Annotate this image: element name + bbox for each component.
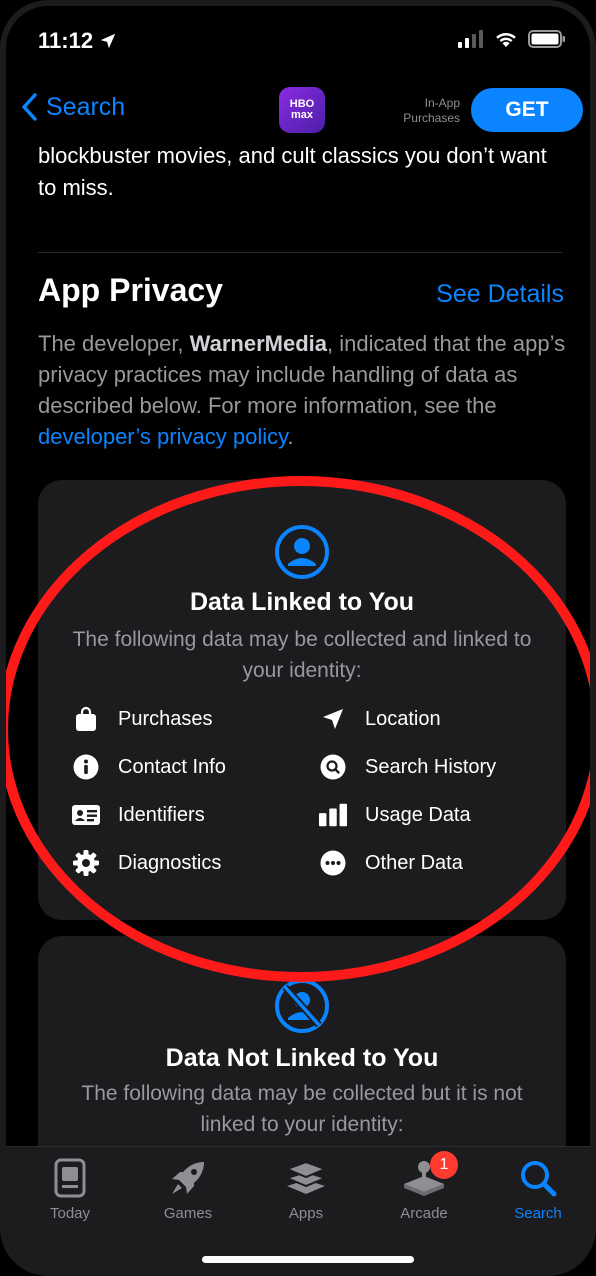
developer-name: WarnerMedia	[189, 331, 327, 356]
tab-apps[interactable]: Apps	[256, 1157, 356, 1222]
data-type-list: Purchases Location Contact Info Search H…	[72, 704, 542, 878]
data-type-label: Contact Info	[118, 755, 226, 778]
tab-label: Apps	[288, 1205, 324, 1222]
section-title: App Privacy	[38, 272, 223, 308]
layers-icon	[285, 1160, 327, 1194]
in-app-line1: In-App	[424, 96, 460, 110]
privacy-desc-end: .	[287, 424, 294, 449]
info-icon	[73, 754, 99, 780]
tab-label: Arcade	[400, 1205, 448, 1222]
tab-label: Today	[49, 1205, 91, 1222]
status-time: 11:12	[38, 28, 117, 54]
rocket-icon	[172, 1162, 204, 1194]
get-button[interactable]: GET	[471, 88, 583, 132]
search-history-icon	[320, 754, 346, 780]
tab-arcade[interactable]: 1 Arcade	[374, 1151, 474, 1222]
data-type-search-history: Search History	[319, 752, 542, 782]
person-slash-icon	[275, 979, 329, 1033]
wifi-icon	[496, 32, 516, 47]
data-type-usage-data: Usage Data	[319, 800, 542, 830]
privacy-description: The developer, WarnerMedia, indicated th…	[38, 328, 568, 452]
data-type-label: Purchases	[118, 707, 213, 730]
arcade-badge: 1	[430, 1151, 458, 1179]
tab-search[interactable]: Search	[488, 1157, 588, 1222]
battery-icon	[528, 30, 565, 48]
data-type-purchases: Purchases	[72, 704, 319, 734]
bag-icon	[76, 706, 96, 731]
data-type-identifiers: Identifiers	[72, 800, 319, 830]
location-arrow-icon	[323, 709, 343, 729]
tab-today[interactable]: Today	[20, 1157, 120, 1222]
app-logo-line2: max	[290, 109, 314, 121]
data-type-label: Location	[365, 707, 441, 730]
phone-screen: 11:12 Search HBO max In-App Purchases GE…	[0, 0, 596, 1276]
bar-chart-icon	[319, 803, 347, 827]
tab-label: Games	[163, 1205, 213, 1222]
card-subtitle: The following data may be collected but …	[81, 1082, 523, 1136]
data-type-label: Usage Data	[365, 803, 471, 826]
ellipsis-icon	[320, 850, 346, 876]
tab-games[interactable]: Games	[138, 1157, 238, 1222]
card-title: Data Not Linked to You	[165, 1044, 439, 1072]
data-type-label: Diagnostics	[118, 851, 222, 874]
section-divider	[38, 252, 562, 253]
data-type-location: Location	[319, 704, 542, 734]
back-label: Search	[46, 92, 126, 121]
back-button[interactable]: Search	[20, 92, 125, 122]
cellular-signal-icon	[458, 30, 483, 48]
gear-icon	[73, 850, 99, 876]
data-type-label: Identifiers	[118, 803, 205, 826]
data-type-diagnostics: Diagnostics	[72, 848, 319, 878]
data-type-other-data: Other Data	[319, 848, 542, 878]
card-subtitle: The following data may be collected and …	[72, 628, 532, 682]
see-details-link[interactable]: See Details	[436, 280, 564, 309]
data-linked-card[interactable]: Data Linked to You The following data ma…	[38, 480, 566, 920]
privacy-desc-pre: The developer,	[38, 331, 190, 356]
status-icons	[458, 30, 566, 48]
data-type-label: Search History	[365, 755, 497, 778]
search-icon	[521, 1161, 557, 1197]
data-type-contact-info: Contact Info	[72, 752, 319, 782]
in-app-line2: Purchases	[403, 111, 460, 125]
in-app-purchases-note: In-App Purchases	[388, 96, 460, 126]
person-circle-icon	[275, 525, 329, 579]
home-indicator[interactable]	[202, 1256, 414, 1263]
time-label: 11:12	[38, 28, 94, 53]
id-card-icon	[72, 805, 100, 825]
location-services-icon	[100, 33, 116, 49]
navigation-bar: Search HBO max In-App Purchases GET	[6, 82, 590, 144]
description-text: blockbuster movies, and cult classics yo…	[38, 143, 547, 200]
app-logo: HBO max	[279, 87, 325, 133]
tab-label: Search	[514, 1205, 562, 1222]
today-icon	[54, 1158, 86, 1198]
data-type-label: Other Data	[365, 851, 463, 874]
card-title: Data Linked to You	[189, 588, 415, 616]
privacy-policy-link[interactable]: developer’s privacy policy	[38, 424, 287, 449]
status-bar: 11:12	[6, 6, 590, 82]
chevron-left-icon	[22, 93, 37, 121]
